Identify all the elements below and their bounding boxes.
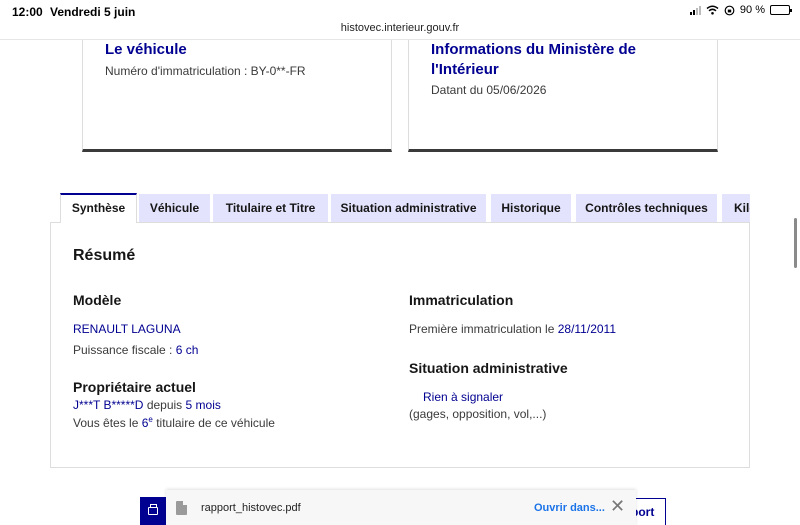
download-file-name[interactable]: rapport_histovec.pdf <box>201 502 301 514</box>
tab-synthese[interactable]: Synthèse <box>60 193 137 223</box>
owner-rank-prefix: Vous êtes le <box>73 416 142 430</box>
tab-bar: Synthèse Véhicule Titulaire et Titre Sit… <box>60 193 750 223</box>
wifi-icon <box>706 5 719 15</box>
owner-name: J***T B*****D <box>73 398 144 412</box>
battery-percentage: 90 % <box>739 4 765 16</box>
url-text[interactable]: histovec.interieur.gouv.fr <box>341 20 459 34</box>
address-bar[interactable]: histovec.interieur.gouv.fr <box>0 20 800 40</box>
battery-icon <box>770 5 792 15</box>
owner-since-value: 5 mois <box>185 398 221 412</box>
fiscal-power-label: Puissance fiscale : <box>73 343 176 357</box>
cellular-signal-icon <box>689 5 701 15</box>
status-indicators: 90 % <box>689 4 792 16</box>
status-date: Vendredi 5 juin <box>50 5 136 19</box>
printer-icon <box>148 504 158 515</box>
print-button[interactable] <box>140 497 166 525</box>
first-registration: Première immatriculation le 28/11/2011 <box>409 322 616 336</box>
owner-line: J***T B*****D depuis 5 mois <box>73 398 221 412</box>
first-registration-date: 28/11/2011 <box>557 322 616 336</box>
model-name: RENAULT LAGUNA <box>73 322 181 336</box>
registration-heading: Immatriculation <box>409 292 514 308</box>
first-registration-label: Première immatriculation le <box>409 322 558 336</box>
summary-panel: Résumé Modèle RENAULT LAGUNA Puissance f… <box>50 222 750 468</box>
download-bar: rapport_histovec.pdf Ouvrir dans... ✕ <box>166 490 636 525</box>
admin-status-value: Rien à signaler <box>423 390 504 404</box>
registration-number: Numéro d'immatriculation : BY-0**-FR <box>105 64 306 78</box>
tab-titulaire-titre[interactable]: Titulaire et Titre <box>213 194 328 223</box>
document-icon <box>176 501 187 515</box>
admin-status-details: (gages, opposition, vol,...) <box>409 407 547 421</box>
summary-title: Résumé <box>73 247 136 264</box>
vehicle-card-title[interactable]: Le véhicule <box>105 40 187 60</box>
tab-situation-administrative[interactable]: Situation administrative <box>331 194 486 223</box>
ministry-card-title[interactable]: Informations du Ministère de l'Intérieur <box>431 40 701 80</box>
tab-kilometrage[interactable]: Kilométrage <box>722 194 750 223</box>
model-heading: Modèle <box>73 292 122 308</box>
scroll-indicator[interactable] <box>794 218 797 268</box>
vehicle-card: Le véhicule Numéro d'immatriculation : B… <box>82 40 392 152</box>
fiscal-power: Puissance fiscale : 6 ch <box>73 343 198 357</box>
open-in-button[interactable]: Ouvrir dans... <box>534 502 605 514</box>
orientation-lock-icon <box>724 5 735 15</box>
ministry-card: Informations du Ministère de l'Intérieur… <box>408 40 718 152</box>
fiscal-power-value: 6 ch <box>175 343 199 357</box>
owner-rank-suffix: titulaire de ce véhicule <box>152 416 275 430</box>
admin-status-heading: Situation administrative <box>409 360 568 376</box>
owner-heading: Propriétaire actuel <box>73 379 196 395</box>
owner-since-label: depuis <box>143 398 186 412</box>
tab-vehicule[interactable]: Véhicule <box>139 194 210 223</box>
owner-rank: Vous êtes le 6e titulaire de ce véhicule <box>73 415 275 430</box>
tab-controles-techniques[interactable]: Contrôles techniques <box>576 194 717 223</box>
status-time: 12:00 <box>12 5 43 19</box>
tab-historique[interactable]: Historique <box>491 194 571 223</box>
close-icon[interactable]: ✕ <box>610 496 625 516</box>
status-bar: 12:00 Vendredi 5 juin 90 % <box>0 0 800 22</box>
ministry-date: Datant du 05/06/2026 <box>431 83 547 97</box>
